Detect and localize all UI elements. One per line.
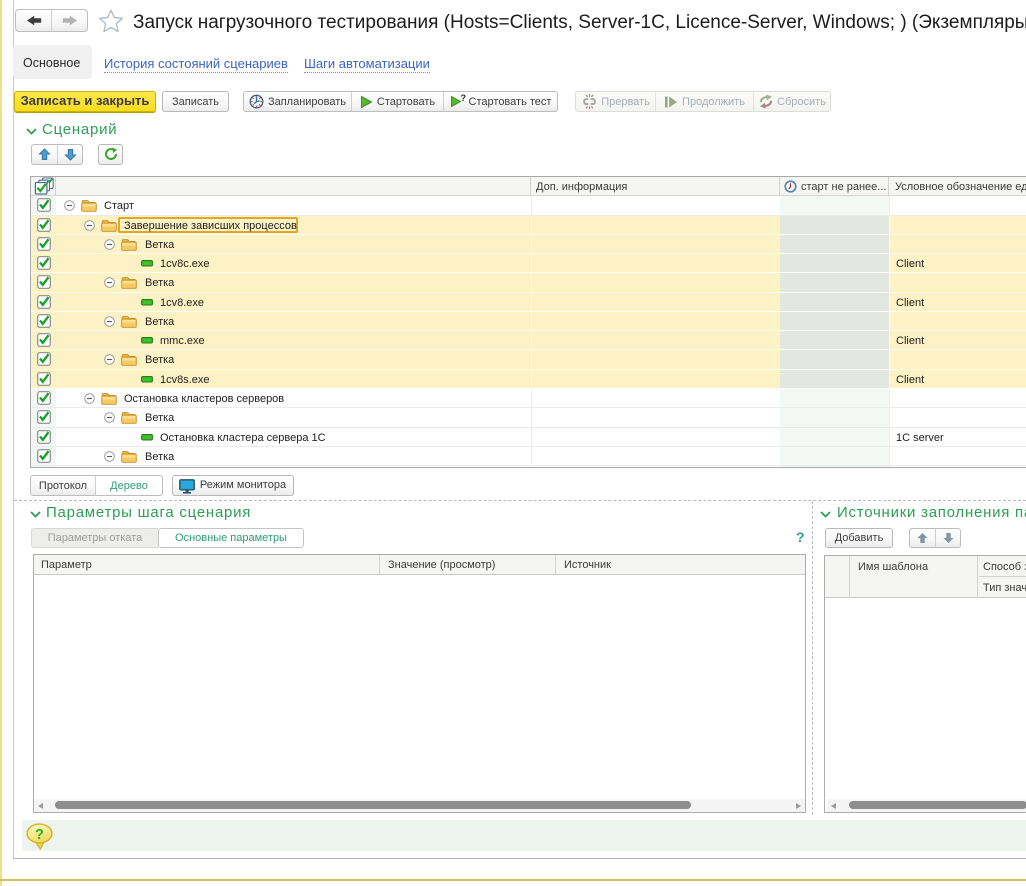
- svg-text:?: ?: [460, 94, 466, 103]
- svg-text:?: ?: [35, 827, 44, 843]
